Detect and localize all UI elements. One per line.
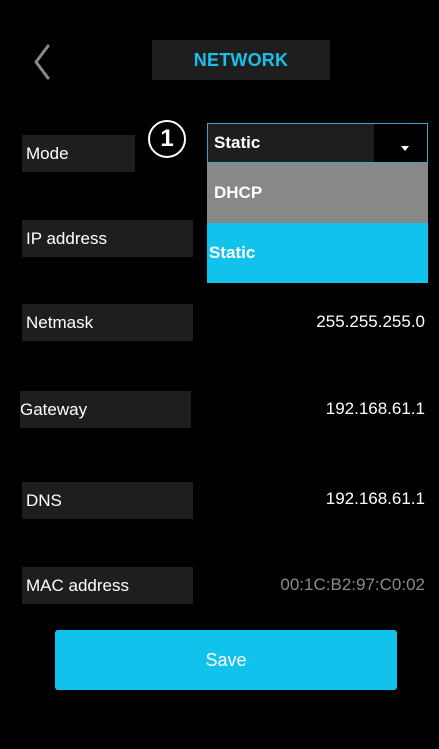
step-number-badge: 1	[148, 120, 186, 158]
dns-value[interactable]: 192.168.61.1	[326, 489, 425, 509]
mac-address-label: MAC address	[22, 567, 193, 604]
page-title-box: NETWORK	[152, 40, 330, 80]
gateway-value[interactable]: 192.168.61.1	[326, 399, 425, 419]
ip-address-label: IP address	[22, 220, 193, 257]
network-settings-screen: NETWORK Mode 1 Static DHCP Static IP add…	[0, 0, 439, 749]
chevron-down-icon	[401, 146, 409, 151]
mode-option-dhcp[interactable]: DHCP	[207, 163, 428, 223]
mode-select[interactable]: Static	[207, 123, 428, 163]
save-button[interactable]: Save	[55, 630, 397, 690]
mode-dropdown-list: DHCP Static	[207, 163, 428, 283]
mac-address-value: 00:1C:B2:97:C0:02	[280, 575, 425, 594]
page-title: NETWORK	[193, 49, 289, 70]
gateway-label: Gateway	[20, 391, 191, 428]
mode-select-value: Static	[208, 124, 374, 162]
back-button[interactable]	[28, 40, 62, 84]
netmask-label: Netmask	[22, 304, 193, 341]
netmask-value[interactable]: 255.255.255.0	[316, 312, 425, 332]
mode-label: Mode	[22, 135, 135, 172]
chevron-left-icon	[34, 44, 50, 80]
dns-label: DNS	[22, 482, 193, 519]
mode-option-static[interactable]: Static	[207, 223, 428, 283]
